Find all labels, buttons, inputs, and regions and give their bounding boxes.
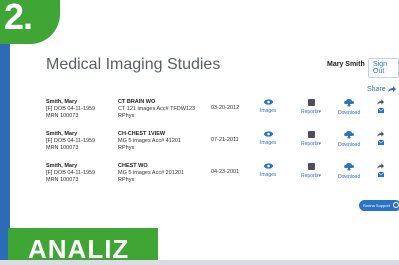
page-title: Medical Imaging Studies: [46, 56, 221, 73]
patient-name: Smith, Mary: [46, 131, 78, 137]
footer-text: ANALIZ: [28, 234, 130, 264]
images-label: Images: [260, 140, 277, 146]
chevron-down-icon: ▾: [318, 141, 322, 147]
support-chat-icon: [393, 202, 399, 208]
images-button[interactable]: Images: [260, 131, 276, 146]
cloud-download-icon: [344, 99, 355, 107]
support-label: Rodna Support: [363, 203, 390, 208]
study-title: CHEST WO: [118, 163, 148, 169]
download-label: Download: [338, 110, 361, 116]
patient-dob: [F] DOB 04-11-1959: [46, 138, 96, 144]
download-button[interactable]: Download: [338, 131, 360, 148]
report-icon: [307, 131, 315, 138]
step-number: 2.: [4, 0, 33, 37]
study-row[interactable]: Smith, Mary [F] DOB 04-11-1959 MRN 10007…: [46, 131, 396, 159]
download-button[interactable]: Download: [338, 163, 360, 180]
reports-label: Reports: [301, 109, 319, 115]
study-date: 04-23-2001: [211, 169, 240, 175]
patient-name: Smith, Mary: [46, 99, 78, 105]
reports-dropdown[interactable]: Reports▾: [301, 131, 321, 147]
download-label: Download: [338, 142, 361, 148]
images-button[interactable]: Images: [260, 163, 276, 178]
reports-label: Reports: [301, 141, 319, 147]
images-label: Images: [260, 108, 277, 114]
report-icon: [307, 163, 315, 170]
chevron-down-icon: ▾: [318, 173, 322, 179]
share-arrow-icon: [377, 131, 384, 137]
sign-out-button[interactable]: Sign Out: [368, 58, 399, 78]
study-date: 07-21-2011: [211, 137, 239, 143]
chevron-down-icon: ▾: [318, 109, 322, 115]
images-label: Images: [260, 172, 277, 178]
download-button[interactable]: Download: [338, 99, 360, 116]
footer-banner: ANALIZ: [8, 228, 158, 264]
row-share-button[interactable]: [377, 99, 384, 115]
study-physician: RPhys:: [118, 113, 136, 119]
patient-mrn: MRN 100073: [46, 113, 79, 119]
patient-dob: [F] DOB 04-11-1959: [46, 106, 96, 112]
row-share-button[interactable]: [377, 163, 384, 179]
reports-dropdown[interactable]: Reports▾: [301, 163, 321, 179]
study-detail: CT 121 images Acc# TFDW123: [118, 106, 196, 112]
cloud-download-icon: [344, 163, 355, 171]
support-button[interactable]: Rodna Support: [359, 200, 399, 211]
study-row[interactable]: Smith, Mary [F] DOB 04-11-1959 MRN 10007…: [46, 163, 396, 191]
study-physician: RPhys:: [118, 177, 136, 183]
download-label: Download: [338, 174, 361, 180]
patient-mrn: MRN 100073: [46, 145, 79, 151]
report-icon: [307, 99, 315, 106]
patient-name: Smith, Mary: [46, 163, 78, 169]
reports-label: Reports: [301, 173, 319, 179]
share-arrow-icon: [387, 86, 396, 93]
images-button[interactable]: Images: [260, 99, 276, 114]
share-button[interactable]: Share: [367, 86, 396, 93]
user-name: Mary Smith: [327, 61, 365, 68]
study-title: CT BRAIN WO: [118, 99, 156, 105]
row-share-button[interactable]: [377, 131, 384, 147]
reports-dropdown[interactable]: Reports▾: [301, 99, 321, 115]
share-label: Share: [367, 86, 386, 93]
study-title: CH-CHEST 1VIEW: [118, 131, 166, 137]
share-arrow-icon: [377, 163, 384, 169]
mail-icon: [377, 107, 384, 113]
cloud-download-icon: [344, 131, 355, 139]
patient-dob: [F] DOB 04-11-1959: [46, 170, 96, 176]
patient-mrn: MRN 100073: [46, 177, 79, 183]
study-detail: MG 5 images Acc# 41201: [118, 138, 181, 144]
study-detail: MG 5 images Acc# 201201: [118, 170, 185, 176]
study-physician: RPhys:: [118, 145, 136, 151]
eye-icon: [263, 99, 273, 105]
mail-icon: [377, 139, 384, 145]
study-date: 03-20-2012: [211, 105, 240, 111]
eye-icon: [263, 163, 273, 169]
eye-icon: [263, 131, 273, 137]
share-arrow-icon: [377, 99, 384, 105]
imaging-panel: Medical Imaging Studies Mary Smith Sign …: [10, 0, 399, 260]
study-row[interactable]: Smith, Mary [F] DOB 04-11-1959 MRN 10007…: [46, 99, 396, 127]
mail-icon: [377, 171, 384, 177]
